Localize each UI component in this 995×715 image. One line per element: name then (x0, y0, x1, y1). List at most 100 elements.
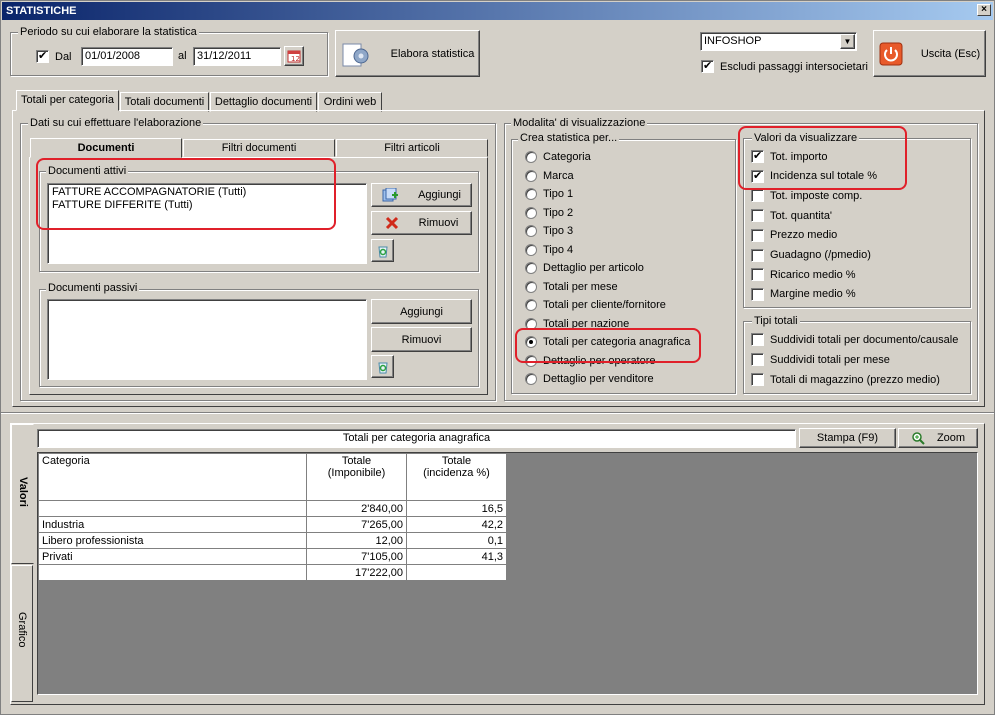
active-remove-button[interactable]: Rimuovi (371, 211, 472, 235)
table-cell[interactable]: 42,2 (406, 516, 507, 533)
radio-option[interactable]: Totali per categoria anagrafica (525, 336, 690, 348)
splitter[interactable] (1, 412, 994, 414)
radio-option[interactable]: Dettaglio per venditore (525, 373, 654, 385)
radio-button[interactable] (525, 317, 537, 330)
radio-option[interactable]: Tipo 3 (525, 225, 573, 237)
checkbox[interactable] (751, 373, 764, 386)
table-cell[interactable] (38, 500, 307, 517)
checkbox-option[interactable]: Totali di magazzino (prezzo medio) (751, 373, 940, 386)
table-cell[interactable]: Libero professionista (38, 532, 307, 549)
dal-checkbox[interactable] (36, 49, 49, 63)
company-select[interactable]: INFOSHOP (700, 32, 857, 51)
table-cell[interactable]: 7'105,00 (306, 548, 407, 565)
table-row[interactable]: 17'222,00 (38, 564, 507, 581)
close-button[interactable]: × (977, 4, 991, 16)
checkbox-option[interactable]: Tot. quantita' (751, 209, 832, 223)
checkbox-option[interactable]: Guadagno (/pmedio) (751, 248, 871, 262)
radio-option[interactable]: Tipo 4 (525, 243, 573, 256)
radio-option[interactable]: Totali per mese (525, 280, 618, 293)
exclude-intercompany-checkbox[interactable] (701, 59, 714, 73)
checkbox[interactable] (751, 268, 764, 282)
checkbox-option[interactable]: Prezzo medio (751, 228, 837, 242)
checkbox[interactable] (751, 353, 764, 366)
calendar-button[interactable]: 12 (284, 46, 304, 66)
radio-option[interactable]: Dettaglio per articolo (525, 262, 644, 274)
tab-totali-documenti[interactable]: Totali documenti (120, 92, 209, 112)
tab-valori[interactable]: Valori (11, 424, 34, 564)
subtab-documenti[interactable]: Documenti (30, 138, 182, 158)
table-row[interactable]: Privati 7'105,00 41,3 (38, 548, 507, 565)
tab-ordini-web[interactable]: Ordini web (318, 92, 382, 112)
passive-add-button[interactable]: Aggiungi (371, 299, 472, 324)
list-item[interactable]: FATTURE DIFFERITE (Tutti) (52, 199, 362, 212)
active-clear-button[interactable] (371, 239, 394, 262)
checkbox-option[interactable]: Ricarico medio % (751, 268, 856, 282)
radio-button[interactable] (525, 280, 537, 293)
checkbox[interactable] (751, 228, 764, 242)
table-cell[interactable]: 16,5 (406, 500, 507, 517)
radio-option[interactable]: Categoria (525, 151, 591, 163)
radio-button[interactable] (525, 188, 537, 200)
table-row[interactable]: Industria 7'265,00 42,2 (38, 516, 507, 533)
passive-docs-list[interactable] (47, 299, 367, 380)
table-cell[interactable] (406, 564, 507, 581)
checkbox[interactable] (751, 149, 764, 163)
radio-button[interactable] (525, 262, 537, 274)
checkbox-option[interactable]: Suddividi totali per documento/causale (751, 333, 958, 346)
date-to-input[interactable]: 31/12/2011 (193, 47, 281, 66)
checkbox[interactable] (751, 209, 764, 223)
list-item[interactable]: FATTURE ACCOMPAGNATORIE (Tutti) (52, 186, 362, 199)
column-header-categoria[interactable]: Categoria (38, 453, 307, 501)
checkbox-option[interactable]: Tot. imposte comp. (751, 189, 862, 203)
radio-button[interactable] (525, 373, 537, 385)
checkbox[interactable] (751, 248, 764, 262)
subtab-filtri-documenti[interactable]: Filtri documenti (183, 139, 335, 157)
tab-dettaglio-documenti[interactable]: Dettaglio documenti (210, 92, 317, 112)
radio-option[interactable]: Tipo 1 (525, 188, 573, 200)
elabora-button[interactable]: Elabora statistica (335, 30, 480, 77)
company-select-dropdown[interactable]: ▼ (840, 34, 855, 49)
radio-button[interactable] (525, 354, 537, 367)
radio-button[interactable] (525, 151, 537, 163)
subtab-filtri-articoli[interactable]: Filtri articoli (336, 139, 488, 157)
tab-totali-per-categoria[interactable]: Totali per categoria (16, 90, 119, 111)
checkbox[interactable] (751, 169, 764, 183)
active-add-button[interactable]: Aggiungi (371, 183, 472, 207)
exit-button[interactable]: Uscita (Esc) (873, 30, 986, 77)
radio-button[interactable] (525, 299, 537, 311)
table-cell[interactable] (38, 564, 307, 581)
radio-button[interactable] (525, 169, 537, 182)
checkbox[interactable] (751, 287, 764, 301)
radio-option[interactable]: Tipo 2 (525, 206, 573, 219)
column-header-incidenza[interactable]: Totale (incidenza %) (406, 453, 507, 501)
tab-grafico[interactable]: Grafico (11, 565, 33, 702)
passive-clear-button[interactable] (371, 355, 394, 378)
table-cell[interactable]: 0,1 (406, 532, 507, 549)
radio-button[interactable] (525, 336, 537, 348)
active-docs-list[interactable]: FATTURE ACCOMPAGNATORIE (Tutti) FATTURE … (47, 183, 367, 264)
passive-remove-button[interactable]: Rimuovi (371, 327, 472, 352)
checkbox[interactable] (751, 333, 764, 346)
table-row[interactable]: Libero professionista 12,00 0,1 (38, 532, 507, 549)
table-cell[interactable]: Privati (38, 548, 307, 565)
table-cell[interactable]: 17'222,00 (306, 564, 407, 581)
radio-button[interactable] (525, 206, 537, 219)
zoom-button[interactable]: Zoom (898, 428, 978, 448)
radio-option[interactable]: Totali per cliente/fornitore (525, 299, 666, 311)
checkbox-option[interactable]: Incidenza sul totale % (751, 169, 877, 183)
print-button[interactable]: Stampa (F9) (799, 428, 896, 448)
checkbox-option[interactable]: Margine medio % (751, 287, 856, 301)
table-cell[interactable]: Industria (38, 516, 307, 533)
checkbox[interactable] (751, 189, 764, 203)
column-header-imponibile[interactable]: Totale (Imponibile) (306, 453, 407, 501)
table-row[interactable]: 2'840,00 16,5 (38, 500, 507, 517)
checkbox-option[interactable]: Suddividi totali per mese (751, 353, 890, 366)
table-cell[interactable]: 7'265,00 (306, 516, 407, 533)
table-cell[interactable]: 12,00 (306, 532, 407, 549)
radio-button[interactable] (525, 243, 537, 256)
radio-option[interactable]: Dettaglio per operatore (525, 354, 656, 367)
table-cell[interactable]: 2'840,00 (306, 500, 407, 517)
radio-option[interactable]: Marca (525, 169, 574, 182)
table-cell[interactable]: 41,3 (406, 548, 507, 565)
checkbox-option[interactable]: Tot. importo (751, 149, 827, 163)
